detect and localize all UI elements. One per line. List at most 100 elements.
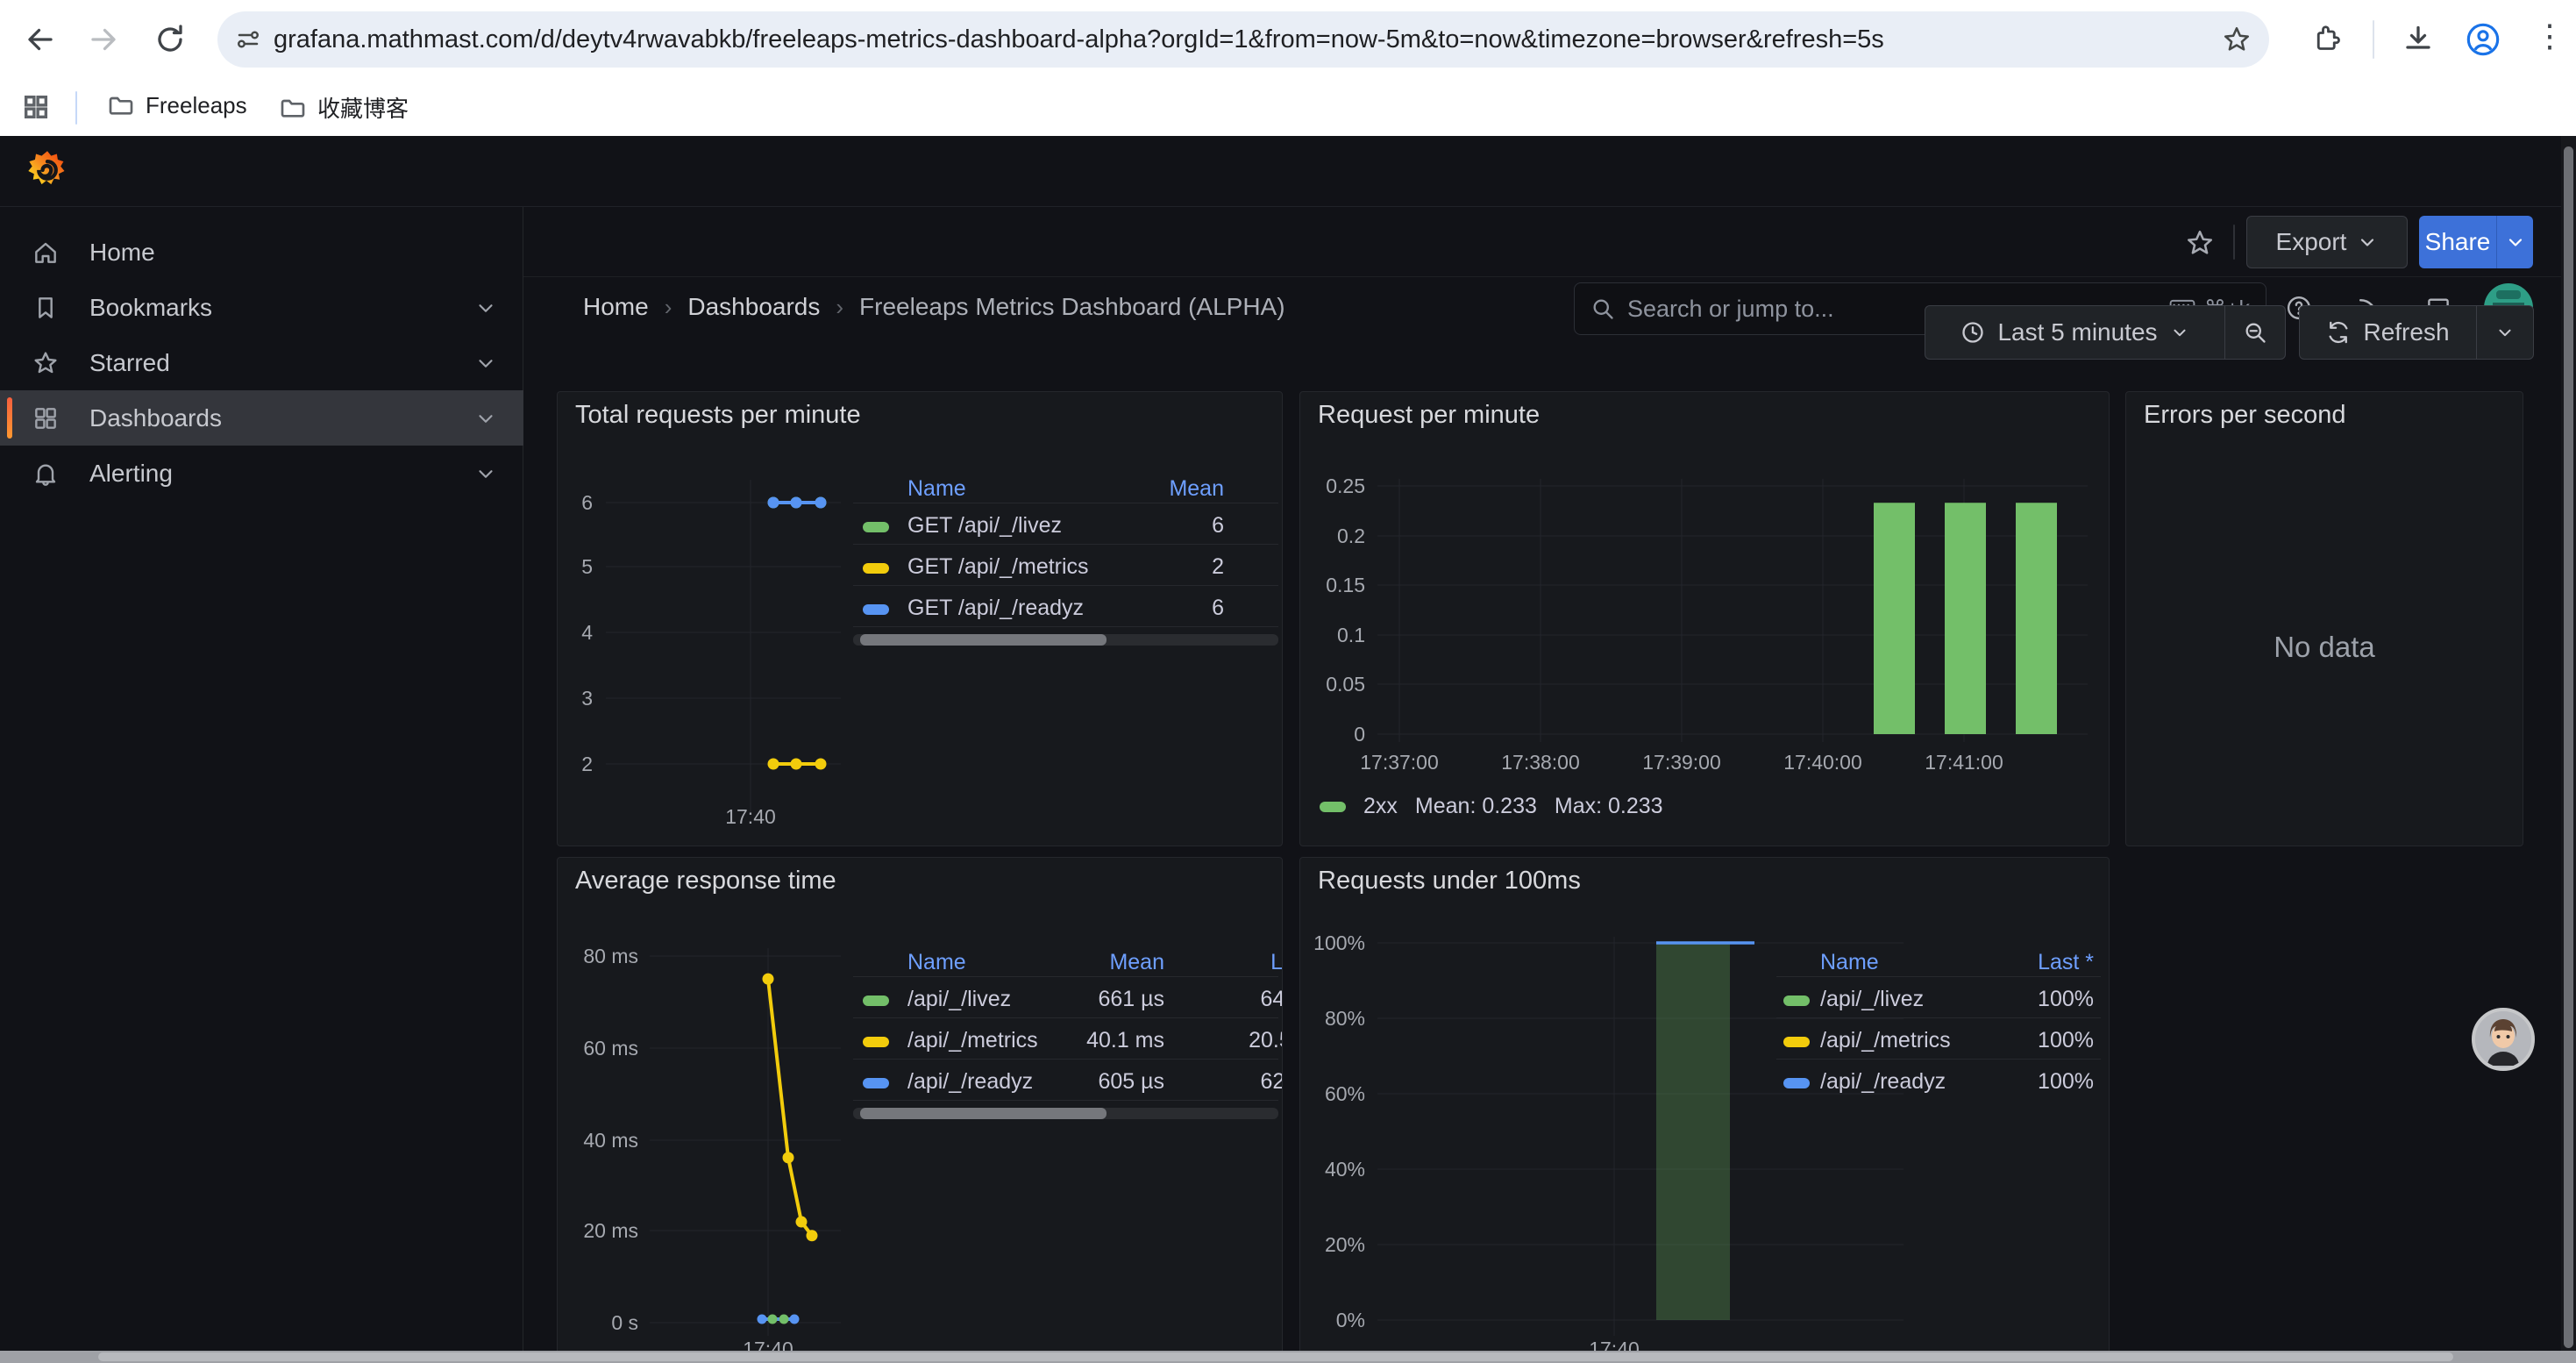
svg-text:17:40:00: 17:40:00 (1783, 751, 1862, 774)
breadcrumb: Home › Dashboards › Freeleaps Metrics Da… (583, 272, 1285, 342)
grafana-logo[interactable] (25, 148, 70, 194)
svg-text:3: 3 (581, 687, 593, 710)
reload-icon[interactable] (154, 24, 186, 55)
sidebar-item-starred[interactable]: Starred (0, 335, 523, 390)
svg-text:0%: 0% (1336, 1309, 1365, 1331)
sidebar-item-label: Dashboards (89, 404, 474, 432)
no-data-message: No data (2126, 631, 2523, 664)
legend-value: 620 µs (853, 1069, 1283, 1095)
actions-divider (2233, 225, 2235, 260)
sidebar-item-bookmarks[interactable]: Bookmarks (0, 280, 523, 335)
refresh-group: Refresh (2299, 305, 2534, 360)
sidebar-item-home[interactable]: Home (0, 225, 523, 280)
svg-text:6: 6 (581, 491, 593, 514)
home-icon (32, 239, 60, 267)
chart-request-per-minute: 0.250.20.150.10.05017:37:0017:38:0017:39… (1300, 392, 2110, 846)
horizontal-scrollbar[interactable] (0, 1351, 2576, 1363)
legend-column-header[interactable]: Mean (853, 476, 1224, 502)
bookmark-icon (32, 294, 60, 322)
svg-text:20 ms: 20 ms (583, 1219, 638, 1242)
panel-title[interactable]: Average response time (575, 867, 836, 896)
profile-icon[interactable] (2466, 22, 2501, 57)
floating-assistant-avatar[interactable] (2472, 1008, 2535, 1071)
site-settings-icon[interactable] (235, 26, 261, 53)
export-button[interactable]: Export (2246, 216, 2408, 268)
refresh-icon (2326, 320, 2351, 345)
sidebar-nav: Home Bookmarks Starred Dashboards Alerting (0, 207, 523, 1363)
bookmark-folder-blogs[interactable]: 收藏博客 (279, 91, 409, 124)
menu-icon[interactable]: ⋮ (2534, 18, 2565, 54)
legend-column-header[interactable]: Last * (853, 950, 1283, 975)
favorite-star-icon[interactable] (2185, 228, 2215, 258)
share-menu-button[interactable] (2496, 216, 2533, 268)
time-range-picker[interactable]: Last 5 minutes (1925, 306, 2224, 359)
legend-scrollbar-thumb[interactable] (860, 1108, 1107, 1119)
svg-text:100%: 100% (1313, 931, 1365, 954)
panel-title[interactable]: Request per minute (1318, 401, 1540, 430)
chevron-down-icon[interactable] (474, 352, 497, 375)
row-separator (853, 626, 1278, 627)
vertical-scrollbar[interactable] (2561, 136, 2576, 1363)
zoom-out-icon (2243, 319, 2267, 346)
legend-value: 100% (1776, 1028, 2094, 1053)
legend-value: 6 (853, 513, 1224, 539)
breadcrumb-separator: › (665, 294, 672, 321)
legend-value: 100% (1776, 987, 2094, 1012)
svg-text:4: 4 (581, 621, 593, 644)
vertical-scrollbar-thumb[interactable] (2564, 146, 2573, 1348)
svg-text:0: 0 (1354, 723, 1365, 746)
svg-text:17:40: 17:40 (725, 805, 776, 828)
legend-scrollbar-thumb[interactable] (860, 634, 1107, 646)
bookmark-star-icon[interactable] (2222, 25, 2252, 54)
forward-icon[interactable] (88, 24, 119, 55)
chevron-down-icon[interactable] (474, 296, 497, 319)
folder-icon (107, 91, 135, 119)
horizontal-scrollbar-thumb[interactable] (98, 1352, 2453, 1361)
legend-column-header[interactable]: Last * (1776, 950, 2094, 975)
sidebar-item-label: Starred (89, 349, 474, 377)
chart-legend[interactable]: 2xx Mean: 0.233 Max: 0.233 (1320, 794, 1663, 819)
url-text[interactable]: grafana.mathmast.com/d/deytv4rwavabkb/fr… (274, 25, 2222, 54)
avatar-image (2475, 1011, 2531, 1067)
svg-text:17:37:00: 17:37:00 (1360, 751, 1439, 774)
chevron-down-icon (2170, 323, 2189, 342)
zoom-out-time-button[interactable] (2225, 306, 2285, 359)
legend-pill (1320, 802, 1346, 812)
row-separator (853, 976, 1278, 977)
extensions-icon[interactable] (2311, 24, 2343, 55)
legend-value: 100% (1776, 1069, 2094, 1095)
chevron-down-icon[interactable] (474, 462, 497, 485)
sidebar-item-dashboards[interactable]: Dashboards (0, 390, 523, 446)
sidebar-item-label: Bookmarks (89, 294, 474, 322)
legend-scrollbar[interactable] (853, 634, 1278, 646)
chevron-down-icon (2357, 232, 2378, 253)
url-bar[interactable]: grafana.mathmast.com/d/deytv4rwavabkb/fr… (217, 11, 2269, 68)
bookmarks-bar: Freeleaps 收藏博客 (0, 79, 2576, 136)
share-button[interactable]: Share (2419, 216, 2496, 268)
chevron-down-icon[interactable] (474, 407, 497, 430)
legend-value: 6 (853, 596, 1224, 621)
breadcrumb-home[interactable]: Home (583, 293, 649, 321)
refresh-button[interactable]: Refresh (2300, 306, 2476, 359)
panel-title[interactable]: Total requests per minute (575, 401, 861, 430)
svg-text:17:38:00: 17:38:00 (1501, 751, 1580, 774)
apps-grid-icon[interactable] (21, 92, 51, 122)
panel-request-per-minute: Request per minute 0.250.20.150.10.05017… (1299, 391, 2110, 846)
breadcrumb-dashboards[interactable]: Dashboards (687, 293, 820, 321)
svg-text:20%: 20% (1325, 1233, 1365, 1256)
bell-icon (32, 460, 60, 488)
row-separator (853, 1017, 1278, 1018)
search-icon (1590, 296, 1615, 321)
svg-text:0 s: 0 s (611, 1311, 638, 1334)
svg-text:0.05: 0.05 (1326, 673, 1365, 696)
legend-scrollbar[interactable] (853, 1108, 1278, 1119)
downloads-icon[interactable] (2402, 24, 2434, 55)
refresh-interval-button[interactable] (2477, 306, 2533, 359)
sidebar-item-alerting[interactable]: Alerting (0, 446, 523, 501)
panel-title[interactable]: Requests under 100ms (1318, 867, 1581, 896)
bookmark-folder-freeleaps[interactable]: Freeleaps (107, 91, 247, 119)
svg-text:17:41:00: 17:41:00 (1925, 751, 2003, 774)
bookmark-label: Freeleaps (146, 92, 247, 119)
back-icon[interactable] (25, 24, 56, 55)
panel-title[interactable]: Errors per second (2144, 401, 2346, 430)
